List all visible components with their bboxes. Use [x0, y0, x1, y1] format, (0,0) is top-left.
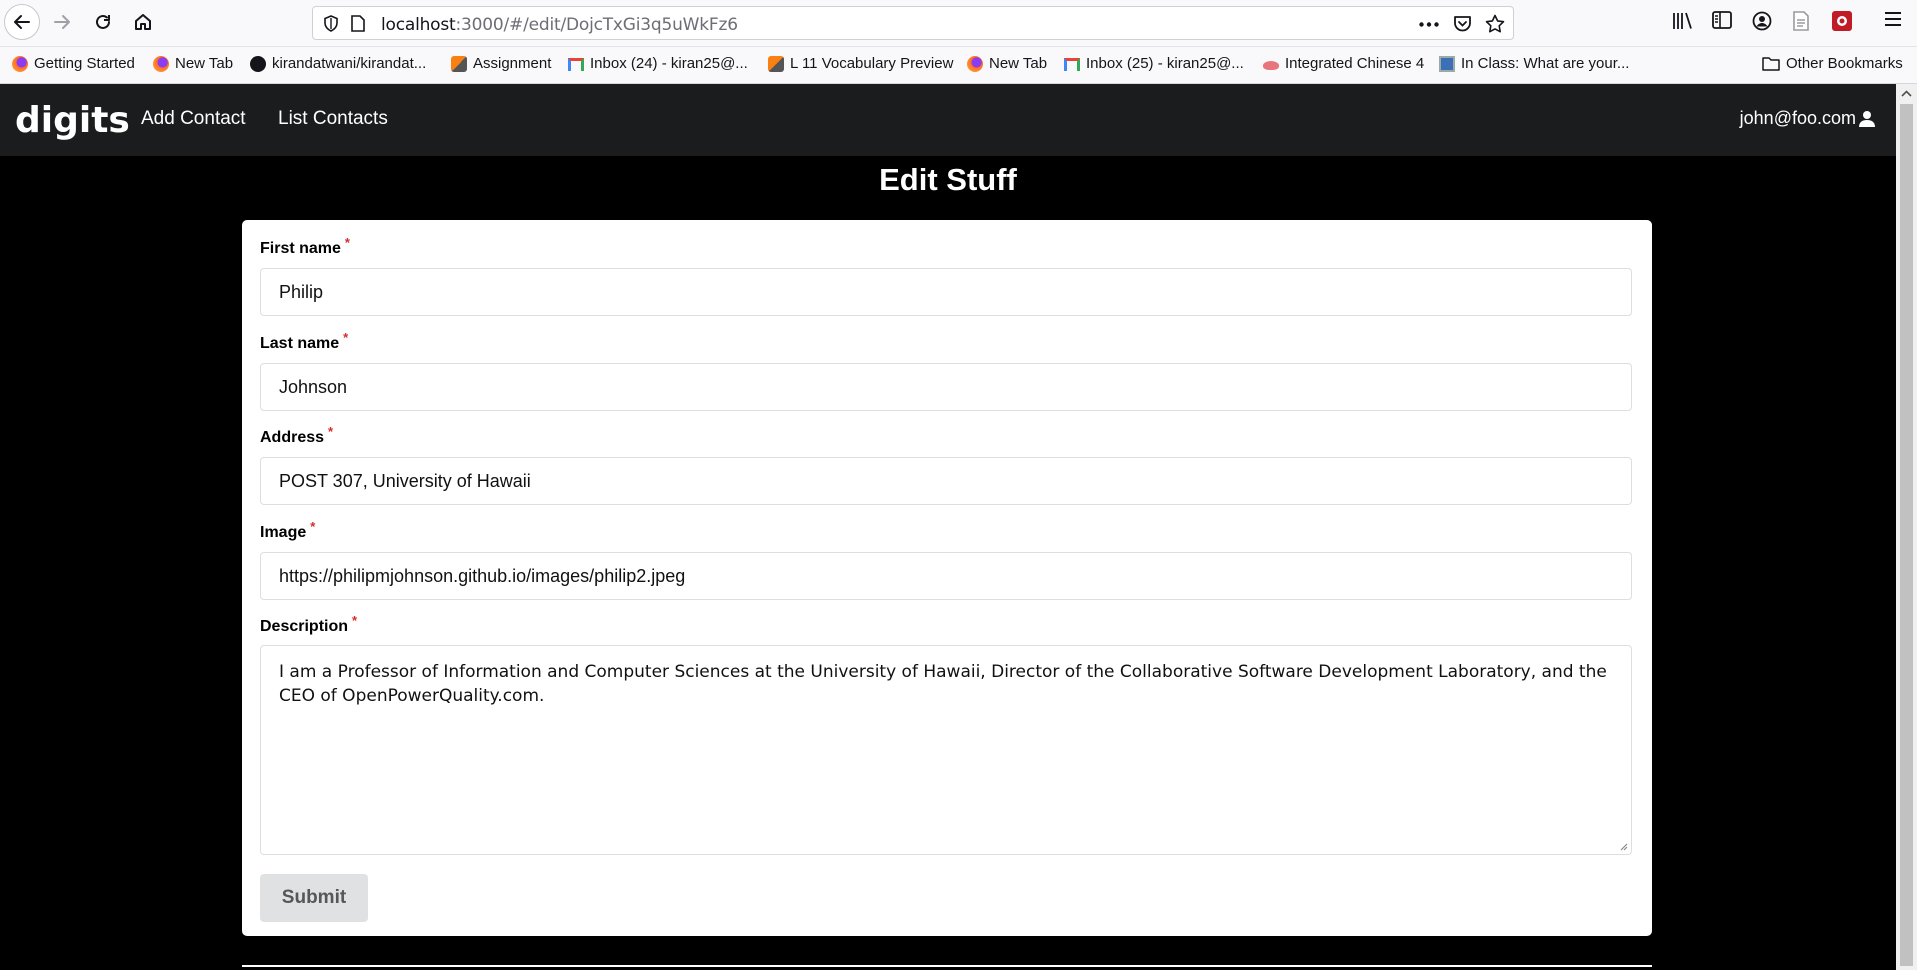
first-name-label-text: First name	[260, 240, 341, 257]
required-marker: *	[328, 424, 334, 439]
address-input[interactable]: POST 307, University of Hawaii	[260, 457, 1632, 505]
bookmark-label: New Tab	[989, 55, 1048, 72]
required-marker: *	[310, 519, 316, 534]
other-bookmarks[interactable]: Other Bookmarks	[1762, 55, 1903, 72]
reload-icon	[96, 14, 110, 29]
bookmark-label: New Tab	[175, 55, 234, 72]
reload-button[interactable]	[85, 4, 121, 40]
description-label: Description *	[260, 613, 357, 636]
bookmark-item[interactable]: L 11 Vocabulary Preview	[768, 55, 953, 72]
gmail-icon	[568, 58, 584, 71]
moodle-icon	[768, 55, 784, 72]
address-label: Address *	[260, 424, 333, 447]
url-host: localhost	[381, 15, 456, 35]
firefox-icon	[967, 55, 983, 72]
bookmark-label: Inbox (25) - kiran25@...	[1086, 55, 1244, 72]
bookmark-label: kirandatwani/kirandat...	[272, 55, 427, 72]
pocket-icon[interactable]	[1453, 15, 1472, 33]
account-icon[interactable]	[1752, 11, 1772, 31]
page-scrollbar[interactable]	[1896, 84, 1917, 970]
bookmark-label: In Class: What are your...	[1461, 55, 1630, 72]
image-label-text: Image	[260, 524, 307, 541]
sidebar-icon[interactable]	[1712, 11, 1732, 29]
bookmark-item[interactable]: In Class: What are your...	[1439, 55, 1629, 72]
image-input[interactable]: https://philipmjohnson.github.io/images/…	[260, 552, 1632, 600]
bookmark-label: Inbox (24) - kiran25@...	[590, 55, 748, 72]
folder-icon	[1762, 57, 1780, 71]
last-name-input[interactable]: Johnson	[260, 363, 1632, 411]
bookmark-label: Integrated Chinese 4	[1285, 55, 1425, 72]
nav-add-contact[interactable]: Add Contact	[141, 108, 246, 130]
bookmark-item[interactable]: Inbox (25) - kiran25@...	[1064, 55, 1244, 72]
forward-arrow-icon	[54, 15, 70, 29]
scrollbar-thumb[interactable]	[1900, 104, 1913, 966]
extension-icon[interactable]	[1832, 11, 1852, 31]
back-arrow-icon	[14, 15, 30, 29]
firefox-icon	[153, 55, 169, 72]
description-label-text: Description	[260, 618, 349, 635]
bookmark-label: Getting Started	[34, 55, 135, 72]
first-name-label: First name *	[260, 235, 350, 258]
last-name-label-text: Last name	[260, 335, 340, 352]
app-navbar: digits Add Contact List Contacts john@fo…	[0, 84, 1896, 156]
back-button[interactable]	[4, 4, 40, 40]
scroll-up-icon[interactable]	[1901, 90, 1912, 97]
page-info-icon[interactable]	[351, 15, 365, 32]
web-icon	[1263, 60, 1279, 70]
bookmark-item[interactable]: kirandatwani/kirandat...	[250, 55, 426, 72]
brand-logo[interactable]: digits	[15, 100, 130, 141]
other-bookmarks-label: Other Bookmarks	[1786, 55, 1903, 72]
menu-icon[interactable]	[1884, 11, 1902, 27]
library-icon[interactable]	[1672, 11, 1694, 31]
bookmarks-toolbar: Getting Started New Tab kirandatwani/kir…	[0, 47, 1917, 84]
description-text: I am a Professor of Information and Comp…	[279, 662, 1607, 706]
home-button[interactable]	[125, 4, 161, 40]
browser-toolbar: localhost:3000/#/edit/DojcTxGi3q5uWkFz6	[0, 0, 1917, 47]
bookmark-item[interactable]: Getting Started	[12, 55, 135, 72]
page-icon	[1439, 55, 1455, 72]
more-actions-icon[interactable]	[1419, 22, 1439, 27]
reader-view-icon[interactable]	[1792, 11, 1810, 31]
user-email: john@foo.com	[1739, 108, 1856, 128]
bookmark-item[interactable]: New Tab	[967, 55, 1047, 72]
nav-list-contacts[interactable]: List Contacts	[278, 108, 388, 130]
home-icon	[135, 14, 151, 30]
required-marker: *	[344, 235, 350, 250]
bookmark-item[interactable]: Inbox (24) - kiran25@...	[568, 55, 748, 72]
star-icon[interactable]	[1485, 14, 1505, 34]
user-menu[interactable]: john@foo.com	[1740, 108, 1876, 129]
address-label-text: Address	[260, 429, 325, 446]
url-text[interactable]: localhost:3000/#/edit/DojcTxGi3q5uWkFz6	[381, 15, 738, 35]
bookmark-item[interactable]: Assignment	[451, 55, 551, 72]
bookmark-label: L 11 Vocabulary Preview	[790, 55, 954, 72]
page-title: Edit Stuff	[879, 162, 1017, 197]
gmail-icon	[1064, 58, 1080, 71]
resize-grip-icon[interactable]	[1618, 841, 1628, 851]
description-textarea[interactable]: I am a Professor of Information and Comp…	[260, 645, 1632, 855]
url-path: :3000/#/edit/DojcTxGi3q5uWkFz6	[455, 15, 739, 35]
bookmark-label: Assignment	[473, 55, 552, 72]
image-label: Image *	[260, 519, 315, 542]
last-name-label: Last name *	[260, 330, 348, 353]
required-marker: *	[343, 330, 349, 345]
firefox-icon	[12, 55, 28, 72]
shield-icon[interactable]	[323, 15, 339, 32]
github-icon	[250, 55, 266, 72]
url-bar[interactable]: localhost:3000/#/edit/DojcTxGi3q5uWkFz6	[312, 6, 1514, 40]
forward-button[interactable]	[44, 4, 80, 40]
bookmark-item[interactable]: New Tab	[153, 55, 233, 72]
user-icon	[1859, 110, 1875, 127]
bookmark-item[interactable]: Integrated Chinese 4	[1263, 55, 1424, 72]
submit-button[interactable]: Submit	[260, 874, 368, 922]
footer-divider	[242, 965, 1652, 967]
first-name-input[interactable]: Philip	[260, 268, 1632, 316]
required-marker: *	[352, 613, 358, 628]
edit-form: First name * Philip Last name * Johnson Ad…	[242, 220, 1652, 936]
moodle-icon	[451, 55, 467, 72]
